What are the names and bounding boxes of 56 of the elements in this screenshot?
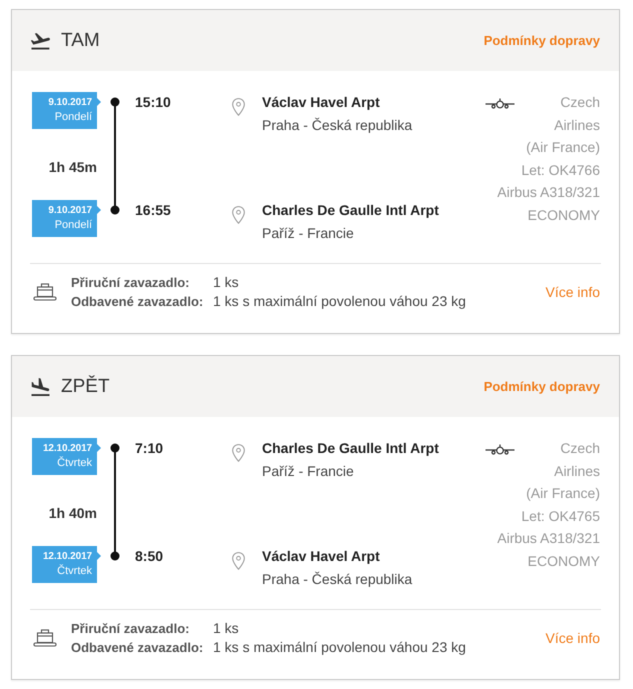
baggage-value: 1 ks s maximální povolenou váhou 23 kg [213,292,466,311]
airplane-front-icon [485,444,515,456]
suitcase-icon [33,283,57,301]
cabin-class: ECONOMY [526,552,600,571]
direction-title: TAM [61,30,100,52]
aircraft-type: Airbus A318/321 [496,529,600,548]
baggage-value: 1 ks [213,273,240,292]
flight-date: 12.10.2017 [42,550,92,564]
more-info-link[interactable]: Více info [546,284,600,300]
location-pin-icon [232,206,245,224]
flight-duration: 1h 45m [48,159,98,175]
flight-time: 8:50 [135,547,164,566]
flight-time: 16:55 [135,201,172,220]
flight-date: 9.10.2017 [47,96,92,110]
city-country: Paříž - Francie [262,224,355,243]
weekday: Pondelí [54,218,92,233]
airplane-front-icon [485,98,515,110]
airport-name: Charles De Gaulle Intl Arpt [262,439,440,458]
more-info-link[interactable]: Více info [546,630,600,646]
flight-duration: 1h 40m [48,505,98,521]
landing-plane-icon [31,378,50,396]
suitcase-icon [33,629,57,647]
cabin-class: ECONOMY [526,206,600,225]
airline-name: Czech Airlines [554,93,600,135]
weekday: Čtvrtek [56,456,92,471]
airline-name: Czech Airlines [554,439,600,481]
aircraft-type: Airbus A318/321 [496,183,600,202]
weekday: Čtvrtek [56,564,92,579]
flight-time: 7:10 [135,439,164,458]
city-country: Praha - Česká republika [262,116,414,135]
operator-name: (Air France) [525,138,600,158]
flight-time: 15:10 [135,93,172,112]
baggage-label: Přiruční zavazadlo: [71,274,190,292]
airport-name: Charles De Gaulle Intl Arpt [262,201,440,220]
flight-number: Let: OK4765 [520,506,600,526]
conditions-link[interactable]: Podmínky dopravy [484,379,600,394]
location-pin-icon [232,444,245,462]
baggage-label: Přiruční zavazadlo: [71,620,190,638]
baggage-value: 1 ks s maximální povolenou váhou 23 kg [213,638,466,657]
flight-date: 12.10.2017 [42,442,92,456]
city-country: Praha - Česká republika [262,570,414,589]
airport-name: Václav Havel Arpt [262,547,381,566]
weekday: Pondelí [54,110,92,125]
airport-name: Václav Havel Arpt [262,93,381,112]
operator-name: (Air France) [525,484,600,504]
location-pin-icon [232,98,245,116]
location-pin-icon [232,552,245,570]
flight-number: Let: OK4766 [520,160,600,180]
flight-date: 9.10.2017 [47,204,92,218]
baggage-label: Odbavené zavazadlo: [71,639,204,657]
conditions-link[interactable]: Podmínky dopravy [484,33,600,48]
baggage-label: Odbavené zavazadlo: [71,293,204,311]
takeoff-plane-icon [31,32,50,50]
direction-title: ZPĚT [61,376,110,398]
city-country: Paříž - Francie [262,462,355,481]
baggage-value: 1 ks [213,619,240,638]
